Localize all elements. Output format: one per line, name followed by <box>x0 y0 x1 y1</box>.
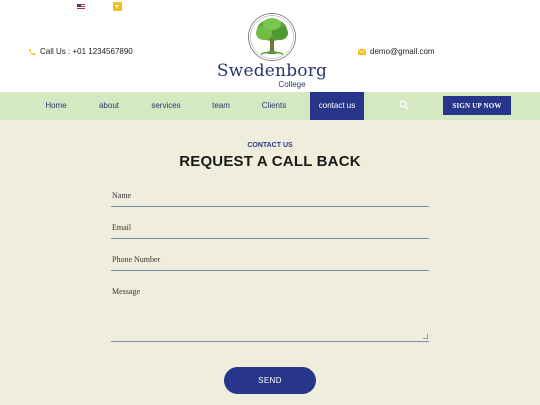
nav-team[interactable]: team <box>202 92 240 120</box>
message-field[interactable]: Message <box>111 282 429 342</box>
logo-name: Swedenborg <box>216 61 328 81</box>
logo-subtitle: College <box>278 80 306 89</box>
nav-about[interactable]: about <box>88 92 130 120</box>
nav-services[interactable]: services <box>142 92 190 120</box>
call-us-text: Call Us : +01 1234567890 <box>40 47 133 56</box>
name-field[interactable]: Name <box>111 186 429 207</box>
email-info: demo@gmail.com <box>358 47 435 56</box>
tree-logo-icon <box>248 13 296 61</box>
message-placeholder: Message <box>112 287 140 296</box>
sign-up-button[interactable]: SIGN UP NOW <box>443 96 511 115</box>
search-icon[interactable] <box>398 99 410 111</box>
call-us-info: Call Us : +01 1234567890 <box>28 47 133 56</box>
phone-placeholder: Phone Number <box>112 255 161 264</box>
email-text: demo@gmail.com <box>370 47 435 56</box>
resize-handle-icon[interactable] <box>423 334 428 339</box>
section-title: REQUEST A CALL BACK <box>179 153 361 170</box>
us-flag-icon[interactable] <box>77 4 85 10</box>
section-eyebrow: CONTACT US <box>247 142 293 149</box>
college-logo[interactable]: Swedenborg College <box>212 12 332 92</box>
nav-clients[interactable]: Clients <box>252 92 296 120</box>
phone-icon <box>29 48 35 55</box>
nav-contact-us[interactable]: contact us <box>310 92 364 120</box>
top-header: Call Us : +01 1234567890 Swedenborg Coll… <box>0 0 540 92</box>
email-placeholder: Email <box>112 223 132 232</box>
mail-icon <box>358 48 366 55</box>
name-placeholder: Name <box>112 191 132 200</box>
email-field[interactable]: Email <box>111 218 429 239</box>
dropdown-icon[interactable] <box>113 2 122 11</box>
send-button[interactable]: SEND <box>224 367 316 394</box>
phone-field[interactable]: Phone Number <box>111 250 429 271</box>
nav-home[interactable]: Home <box>34 92 78 120</box>
